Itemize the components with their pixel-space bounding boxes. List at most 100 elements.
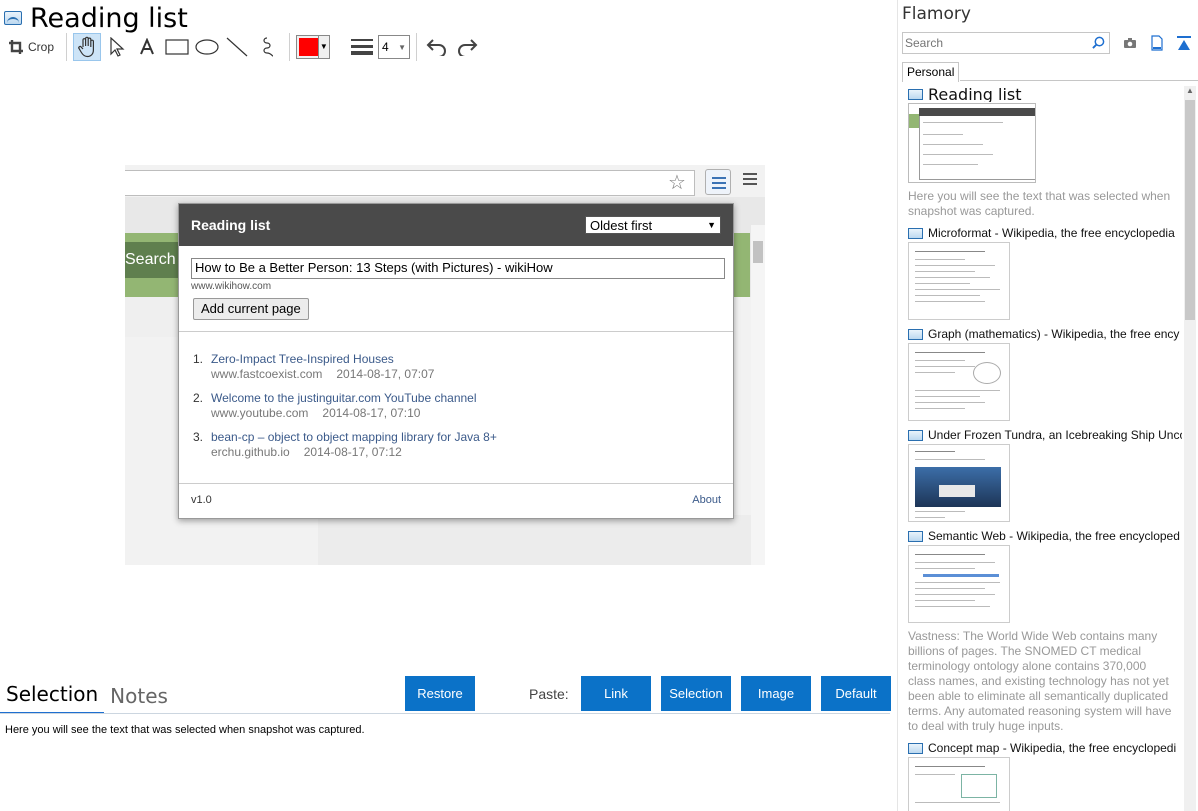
toolbar-separator [66,33,68,61]
snapshot-item-header: Concept map - Wikipedia, the free encycl… [908,740,1182,756]
snapshot-item[interactable]: Semantic Web - Wikipedia, the free encyc… [908,528,1182,734]
popup-header: Reading list Oldest first ▼ [179,204,733,246]
line-tool-button[interactable] [223,33,251,61]
snapshot-item[interactable]: Graph (mathematics) - Wikipedia, the fre… [908,326,1182,421]
menu-icon [743,173,757,188]
stroke-color-picker[interactable]: ▼ [296,35,331,59]
item-date: 2014-08-17, 07:10 [322,406,421,420]
item-date: 2014-08-17, 07:12 [303,445,402,459]
snapshot-canvas[interactable]: ☆ Search Reading list Oldest first ▼ How… [125,165,765,565]
freehand-icon [263,37,274,57]
search-icon[interactable] [1092,36,1105,49]
snapshot-icon [908,328,923,340]
line-width-value: 4 [382,40,389,54]
snapshot-item-header: Reading list [908,86,1182,102]
snapshot-title: Semantic Web - Wikipedia, the free encyc… [928,529,1180,543]
item-host: www.fastcoexist.com [211,367,323,381]
toolbar-separator [416,33,418,61]
snapshot-icon [908,530,923,542]
stroke-color-swatch [299,38,318,56]
selection-text[interactable]: Here you will see the text that was sele… [5,724,365,736]
snapshot-item[interactable]: Reading list Here you will see the text … [908,86,1182,219]
text-tool-button[interactable] [133,33,161,61]
sort-order-select: Oldest first ▼ [585,216,721,234]
text-icon [140,38,154,55]
snapshot-thumbnail [908,757,1010,811]
redo-button[interactable] [453,33,481,61]
crop-button[interactable]: Crop [4,33,58,61]
snapshot-title: Under Frozen Tundra, an Icebreaking Ship… [928,428,1182,442]
toolbar-separator [289,33,291,61]
page-search-button: Search [125,242,179,278]
ellipse-tool-button[interactable] [193,33,221,61]
scrollbar-thumb[interactable] [1185,100,1195,320]
paste-selection-button[interactable]: Selection [661,676,731,711]
crop-icon [9,40,23,54]
snapshot-icon [908,742,923,754]
popup-title: Reading list [191,217,271,233]
list-item: 1. Zero-Impact Tree-Inspired Houses www.… [193,352,713,382]
document-icon[interactable] [1149,35,1165,51]
current-page-title-field: How to Be a Better Person: 13 Steps (wit… [191,258,725,279]
snapshot-icon [908,429,923,441]
snapshot-title: Graph (mathematics) - Wikipedia, the fre… [928,327,1180,341]
paste-label: Paste: [529,686,569,702]
snapshot-item[interactable]: Under Frozen Tundra, an Icebreaking Ship… [908,427,1182,522]
divider [179,331,733,332]
snapshot-item-header: Microformat - Wikipedia, the free encycl… [908,225,1182,241]
snapshot-thumbnail [908,343,1010,421]
crop-label: Crop [28,40,55,54]
undo-icon [426,39,447,56]
item-date: 2014-08-17, 07:07 [336,367,435,381]
hand-tool-button[interactable] [73,33,102,61]
tab-notes[interactable]: Notes [104,684,174,714]
line-width-icon [351,39,374,55]
snapshot-title: Concept map - Wikipedia, the free encycl… [928,741,1177,755]
line-width-select[interactable]: 4 ▼ [378,35,411,59]
snapshot-item[interactable]: Concept map - Wikipedia, the free encycl… [908,740,1182,811]
snapshot-title: Reading list [928,86,1022,102]
undo-button[interactable] [423,33,451,61]
snapshot-thumbnail [908,103,1036,183]
redo-icon [458,39,478,56]
page-title: Reading list [30,2,188,34]
pointer-icon [110,37,125,57]
paste-image-button[interactable]: Image [741,676,811,711]
scroll-up-icon[interactable]: ▲ [1184,86,1196,98]
reading-list-extension-icon [705,169,731,195]
snapshot-item[interactable]: Microformat - Wikipedia, the free encycl… [908,225,1182,320]
snapshot-icon [908,88,923,100]
line-width-button[interactable] [348,33,376,61]
camera-icon[interactable] [1122,35,1138,51]
search-input[interactable] [903,33,1083,53]
snapshot-description: Vastness: The World Wide Web contains ma… [908,629,1172,733]
search-box [902,32,1110,54]
tab-personal[interactable]: Personal [902,62,960,82]
pointer-tool-button[interactable] [103,33,131,61]
collapse-to-top-icon[interactable] [1176,35,1192,51]
chevron-down-icon: ▼ [317,36,329,58]
line-icon [226,37,248,57]
sidebar: Flamory Personal Reading list [897,0,1198,811]
item-title: Zero-Impact Tree-Inspired Houses [211,352,394,366]
rectangle-tool-button[interactable] [163,33,191,61]
about-link: About [692,494,721,506]
browser-toolbar: ☆ [125,165,765,197]
brand-label: Flamory [902,4,971,24]
sidebar-scrollbar[interactable]: ▲ [1184,86,1196,811]
tab-selection[interactable]: Selection [0,682,105,714]
divider [960,80,1198,81]
star-icon: ☆ [668,172,686,194]
hand-icon [78,36,95,58]
paste-link-button[interactable]: Link [581,676,651,711]
paste-default-button[interactable]: Default [821,676,891,711]
list-item: 3. bean-cp – object to object mapping li… [193,430,713,460]
item-number: 2. [193,391,204,405]
page-content-block [318,515,765,565]
reading-list-popup: Reading list Oldest first ▼ How to Be a … [178,203,734,519]
snapshot-thumbnail [908,545,1010,623]
restore-button[interactable]: Restore [405,676,475,711]
freehand-tool-button[interactable] [253,33,281,61]
drawing-toolbar: Crop ▼ 4 ▼ [4,33,483,61]
snapshot-item-header: Graph (mathematics) - Wikipedia, the fre… [908,326,1182,342]
